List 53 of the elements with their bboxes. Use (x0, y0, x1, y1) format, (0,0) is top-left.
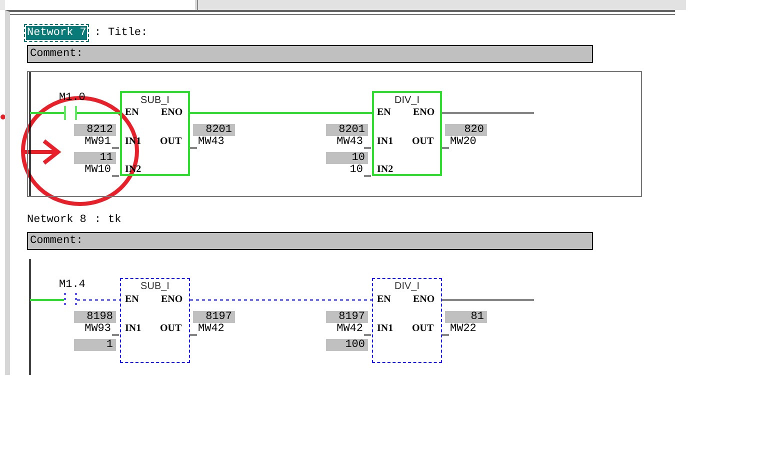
network-label[interactable]: Network 8 (26, 213, 88, 227)
value-display: 8201 (326, 124, 368, 136)
pin-label: IN2 (377, 164, 394, 176)
separator-colon: : (94, 27, 102, 39)
value-display: 100 (326, 339, 368, 351)
contact-address: M1.4 (59, 279, 86, 291)
operand-address: MW43 (336, 136, 363, 148)
operand-address: MW20 (450, 136, 476, 148)
value-display: 8197 (326, 311, 368, 323)
comment-field[interactable]: Comment: (27, 232, 593, 250)
pin-label: EN (125, 294, 139, 306)
comment-field[interactable]: Comment: (27, 45, 593, 63)
pin-label: ENO (161, 294, 183, 306)
pin-label: IN1 (377, 136, 394, 148)
operand-address: MW43 (198, 136, 224, 148)
value-display: 8212 (74, 124, 116, 136)
operand-address: MW42 (336, 323, 363, 335)
wire (30, 112, 64, 114)
operand-address: 10 (350, 164, 363, 176)
pin-label: OUT (412, 323, 434, 335)
operand-address: MW93 (84, 323, 111, 335)
pin-label: EN (377, 107, 391, 119)
value-display: 1 (74, 339, 116, 351)
separator-colon: : (94, 214, 102, 226)
wire (77, 112, 120, 114)
wire (30, 299, 64, 301)
pin-label: EN (125, 107, 139, 119)
pin-label: OUT (412, 136, 434, 148)
operand-address: MW22 (450, 323, 476, 335)
pin-label: IN1 (125, 323, 142, 335)
value-display: 81 (445, 311, 487, 323)
arrow-annotation (25, 139, 62, 165)
network-title: tk (108, 214, 122, 226)
pin-label: ENO (413, 294, 435, 306)
wire (77, 299, 120, 301)
pin-label: ENO (161, 107, 183, 119)
network-title: Title: (108, 27, 148, 39)
pin-label: OUT (160, 136, 182, 148)
network-label[interactable]: Network 7 (26, 26, 88, 40)
value-display: 8198 (74, 311, 116, 323)
operand-address: MW10 (84, 164, 111, 176)
pin-label: OUT (160, 323, 182, 335)
value-display: 820 (445, 124, 487, 136)
breakpoint-dot-icon (0, 114, 6, 120)
value-display: 8201 (193, 124, 235, 136)
operand-address: MW42 (198, 323, 224, 335)
value-display: 8197 (193, 311, 235, 323)
value-display: 10 (326, 152, 368, 164)
pin-label: EN (377, 294, 391, 306)
pin-label: ENO (413, 107, 435, 119)
value-display: 11 (74, 152, 116, 164)
pin-label: IN1 (377, 323, 394, 335)
operand-address: MW91 (84, 136, 111, 148)
